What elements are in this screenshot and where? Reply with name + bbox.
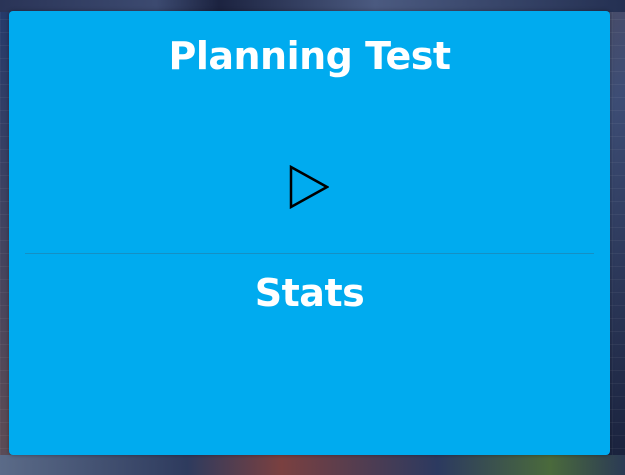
card-title: Planning Test — [168, 34, 451, 78]
planning-test-card: Planning Test Stats — [9, 11, 610, 455]
section-divider — [25, 253, 594, 254]
background-bottom-strip — [0, 455, 625, 475]
play-icon — [289, 165, 329, 209]
stats-button[interactable]: Stats — [9, 271, 610, 315]
play-button[interactable] — [285, 163, 333, 211]
